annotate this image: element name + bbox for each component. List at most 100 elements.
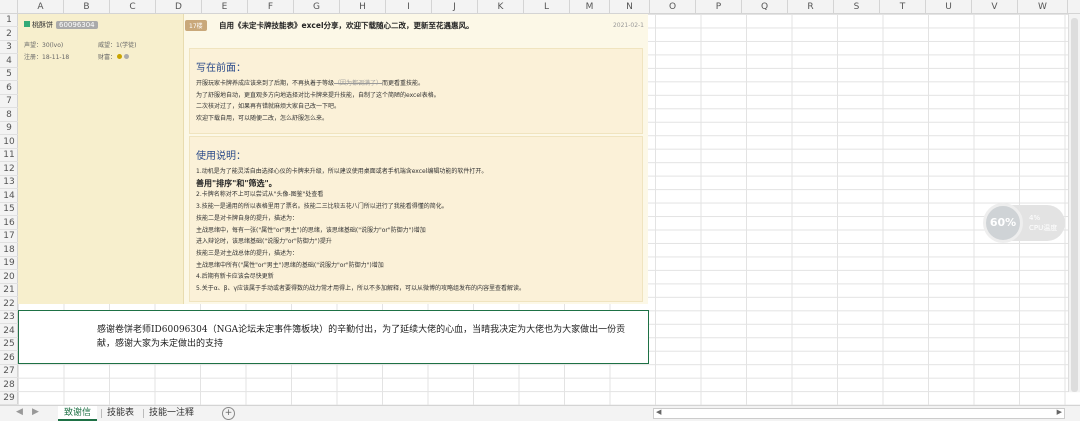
sheet-tab-thanks[interactable]: 致谢信: [58, 406, 98, 421]
preface-line: 二次核对过了，如果再有错就麻烦大家自己改一下吧。: [196, 103, 341, 111]
preface-line: 为了舒服地自动，更直观多方向地选择对比卡牌来提升技能，自制了这个简陋的excel…: [196, 91, 440, 99]
col-header-q[interactable]: Q: [742, 0, 788, 14]
row-header[interactable]: 18: [0, 244, 18, 257]
scroll-right-icon[interactable]: ▶: [1057, 408, 1062, 416]
col-header-k[interactable]: K: [478, 0, 524, 14]
row-header[interactable]: 19: [0, 257, 18, 270]
next-sheet-icon[interactable]: ▶: [32, 407, 39, 417]
post-title-bar: 17楼 自用《未定卡牌技能表》excel分享，欢迎下载随心二改，更新至花遇惠风。…: [183, 14, 648, 36]
coin-icon: [117, 54, 123, 59]
row-header-bar: 1 2 3 4 5 6 7 8 9 10 11 12 13 14 15 16 1…: [0, 14, 18, 405]
usage-heading: 使用说明：: [196, 151, 246, 162]
col-header-w[interactable]: W: [1018, 0, 1068, 14]
col-header-a[interactable]: A: [18, 0, 64, 14]
row-header[interactable]: 12: [0, 163, 18, 176]
col-header-n[interactable]: N: [610, 0, 650, 14]
vertical-scroll-thumb[interactable]: [1071, 18, 1078, 392]
col-header-e[interactable]: E: [202, 0, 248, 14]
col-header-h[interactable]: H: [340, 0, 386, 14]
post-author-panel: 桃酥饼 60096304 声望：30(lvo) 威望：1(学徒) 注册：18-11…: [18, 14, 184, 304]
thanks-note-text: 感谢卷饼老师ID60096304（NGA论坛未定事件簿板块）的辛勤付出，为了延续…: [97, 325, 626, 349]
row-header[interactable]: 28: [0, 379, 18, 392]
author-wealth: 财富：: [98, 52, 130, 61]
add-sheet-button[interactable]: +: [222, 407, 235, 420]
row-header[interactable]: 6: [0, 82, 18, 95]
author-register-date: 注册：18-11-18: [24, 54, 70, 61]
col-header-c[interactable]: C: [110, 0, 156, 14]
select-all-corner[interactable]: [0, 0, 18, 14]
row-header[interactable]: 24: [0, 325, 18, 338]
row-header[interactable]: 15: [0, 203, 18, 216]
usage-line: 1.动机是为了能灵活自由选择心仪的卡牌来升级，所以建议使用桌面或者手机端含exc…: [196, 168, 488, 175]
preface-text: 开服玩家卡牌养成应该来到了后期，不再执着于等级: [196, 80, 335, 87]
post-title: 自用《未定卡牌技能表》excel分享，欢迎下载随心二改，更新至花遇惠风。: [219, 21, 474, 30]
usage-line: 主战思绪中所有("属性"or"男主")思绪的基础("说服力"or"防御力")增加: [196, 261, 384, 269]
row-header[interactable]: 17: [0, 230, 18, 243]
row-header[interactable]: 2: [0, 28, 18, 41]
usage-line: 4.后期有新卡应该会尽快更新: [196, 273, 274, 281]
col-header-j[interactable]: J: [432, 0, 478, 14]
horizontal-scrollbar[interactable]: ◀ ▶: [653, 408, 1065, 419]
preface-line: 欢迎下载自用，可以随便二改，怎么舒服怎么来。: [196, 115, 329, 123]
col-header-d[interactable]: D: [156, 0, 202, 14]
row-header[interactable]: 13: [0, 176, 18, 189]
floor-tag: 17楼: [185, 20, 207, 31]
sheet-tab-skill-notes[interactable]: 技能一注释: [143, 406, 200, 421]
row-header[interactable]: 5: [0, 68, 18, 81]
col-header-t[interactable]: T: [880, 0, 926, 14]
row-header[interactable]: 4: [0, 55, 18, 68]
scroll-left-icon[interactable]: ◀: [656, 408, 661, 416]
sheet-tab-skills[interactable]: 技能表: [101, 406, 140, 421]
col-header-g[interactable]: G: [294, 0, 340, 14]
thanks-note-cell[interactable]: 感谢卷饼老师ID60096304（NGA论坛未定事件簿板块）的辛勤付出，为了延续…: [18, 310, 649, 364]
author-prestige: 威望：1(学徒): [98, 42, 137, 49]
usage-line: 技能三是对主战总体的提升，描述为：: [196, 249, 299, 257]
usage-line: 主战思绪中，每有一张("属性"or"男主")的思绪，该思绪基础("说服力"or"…: [196, 226, 426, 234]
row-header[interactable]: 3: [0, 41, 18, 54]
row-header[interactable]: 21: [0, 284, 18, 297]
col-header-f[interactable]: F: [248, 0, 294, 14]
cpu-temp: 4%: [1029, 214, 1041, 222]
author-wealth-label: 财富：: [98, 54, 117, 61]
row-header[interactable]: 14: [0, 190, 18, 203]
col-header-r[interactable]: R: [788, 0, 834, 14]
author-name: 桃酥饼 60096304: [24, 20, 98, 30]
col-header-m[interactable]: M: [570, 0, 610, 14]
vertical-scrollbar[interactable]: [1068, 14, 1080, 392]
col-header-p[interactable]: P: [696, 0, 742, 14]
row-header[interactable]: 27: [0, 365, 18, 378]
preface-text: 而更看重技能。: [382, 80, 425, 87]
cpu-info: 4% CPU温度: [1029, 213, 1057, 233]
embedded-post-image: 桃酥饼 60096304 声望：30(lvo) 威望：1(学徒) 注册：18-11…: [18, 14, 648, 304]
usage-emphasis: 善用"排序"和"筛选"。: [196, 178, 277, 188]
row-header[interactable]: 16: [0, 217, 18, 230]
preface-section: 写在前面： 开服玩家卡牌养成应该来到了后期，不再执着于等级（因为都调满了）而更看…: [189, 48, 643, 134]
row-header[interactable]: 29: [0, 392, 18, 405]
row-header[interactable]: 25: [0, 338, 18, 351]
cpu-monitor-widget[interactable]: 60% 4% CPU温度: [983, 203, 1065, 243]
preface-heading: 写在前面：: [196, 63, 246, 74]
row-header[interactable]: 7: [0, 95, 18, 108]
row-header[interactable]: 9: [0, 122, 18, 135]
col-header-i[interactable]: I: [386, 0, 432, 14]
col-header-v[interactable]: V: [972, 0, 1018, 14]
row-header[interactable]: 11: [0, 149, 18, 162]
cpu-percent: 60%: [983, 203, 1023, 243]
row-header[interactable]: 8: [0, 109, 18, 122]
prev-sheet-icon[interactable]: ◀: [16, 407, 23, 417]
post-content: 17楼 自用《未定卡牌技能表》excel分享，欢迎下载随心二改，更新至花遇惠风。…: [183, 14, 648, 304]
row-header[interactable]: 20: [0, 271, 18, 284]
usage-line: 3.技能一是通用的所以表格里用了票名。技能二三比较五花八门所以进行了我能看得懂的…: [196, 203, 448, 211]
col-header-l[interactable]: L: [524, 0, 570, 14]
row-header[interactable]: 1: [0, 14, 18, 27]
row-header[interactable]: 10: [0, 136, 18, 149]
row-header[interactable]: 26: [0, 352, 18, 365]
col-header-b[interactable]: B: [64, 0, 110, 14]
row-header[interactable]: 22: [0, 298, 18, 311]
usage-line: 技能二是对卡牌自身的提升，描述为：: [196, 214, 299, 222]
coin-icon: [124, 54, 130, 59]
row-header[interactable]: 23: [0, 311, 18, 324]
col-header-s[interactable]: S: [834, 0, 880, 14]
col-header-o[interactable]: O: [650, 0, 696, 14]
col-header-u[interactable]: U: [926, 0, 972, 14]
